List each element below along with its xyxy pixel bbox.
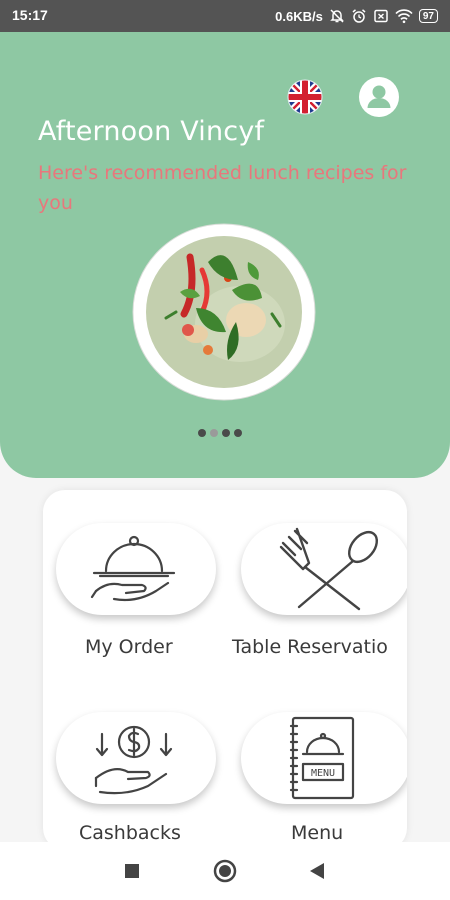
hero-banner: Afternoon Vincyf Here's recommended lunc…: [0, 32, 450, 478]
status-icons: 0.6KB/s 97: [275, 6, 438, 26]
profile-icon[interactable]: [358, 76, 400, 118]
circle-icon: [213, 859, 237, 883]
network-speed: 0.6KB/s: [275, 8, 323, 24]
battery-indicator: 97: [418, 9, 438, 23]
fork-spoon-icon: [279, 527, 378, 611]
menu-label: Menu: [291, 822, 344, 844]
my-order-label: My Order: [85, 636, 173, 658]
cashback-hand-icon: [94, 725, 173, 795]
status-time: 15:17: [12, 7, 48, 23]
system-nav-bar: [0, 842, 450, 900]
table-reservation-button[interactable]: [241, 523, 407, 615]
my-order-button[interactable]: [56, 523, 216, 615]
cashbacks-label: Cashbacks: [79, 822, 181, 844]
menu-book-icon: MENU: [289, 716, 355, 800]
table-reservation-label: Table Reservatio: [232, 636, 388, 658]
recents-button[interactable]: [115, 842, 149, 900]
carousel-dot[interactable]: [210, 429, 218, 437]
triangle-back-icon: [310, 863, 324, 879]
no-sim-icon: [374, 9, 388, 23]
carousel-indicator: [198, 429, 242, 437]
svg-text:MENU: MENU: [311, 768, 335, 779]
carousel-dot[interactable]: [234, 429, 242, 437]
green-curry-bowl-image[interactable]: [130, 222, 318, 402]
greeting-title: Afternoon Vincyf: [38, 116, 265, 147]
alarm-icon: [352, 9, 366, 23]
carousel-dot[interactable]: [198, 429, 206, 437]
menu-panel: My Order Table Reservatio Cashbacks MENU…: [43, 490, 407, 850]
status-bar: 15:17 0.6KB/s 97: [0, 0, 450, 32]
menu-button[interactable]: MENU: [241, 712, 407, 804]
cloche-hand-icon: [90, 535, 176, 602]
wifi-icon: [395, 9, 413, 24]
muted-bell-icon: [330, 9, 344, 23]
uk-flag-icon[interactable]: [287, 79, 323, 115]
square-icon: [125, 864, 139, 878]
carousel-dot[interactable]: [222, 429, 230, 437]
cashbacks-button[interactable]: [56, 712, 216, 804]
home-button[interactable]: [208, 842, 242, 900]
greeting-subtitle: Here's recommended lunch recipes for you: [38, 162, 407, 214]
back-button[interactable]: [300, 842, 334, 900]
